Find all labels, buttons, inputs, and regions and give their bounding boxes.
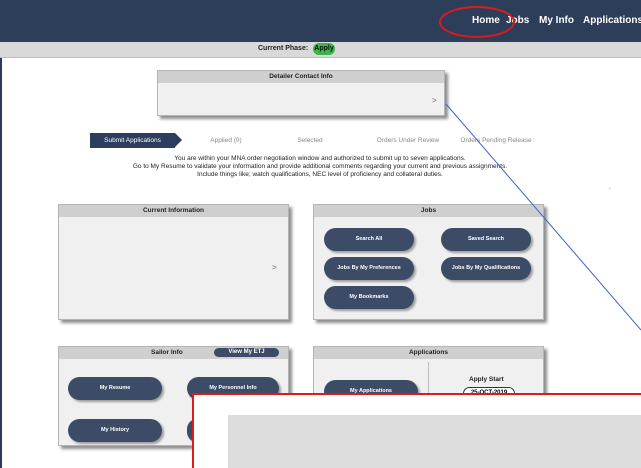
annotation-inner-panel [228,415,641,468]
annotation-circle-home [439,6,515,38]
